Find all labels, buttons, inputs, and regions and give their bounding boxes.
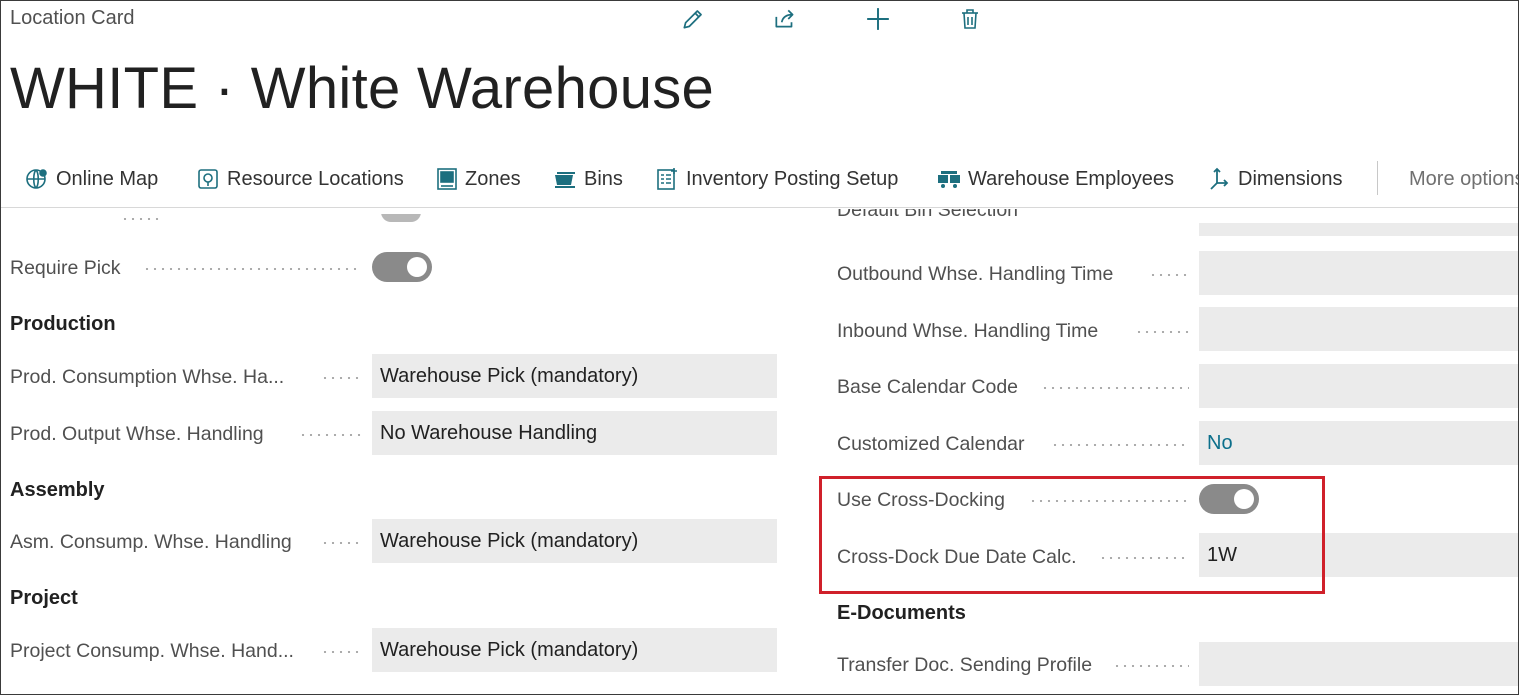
add-icon[interactable]	[864, 5, 892, 33]
customized-calendar-label: Customized Calendar	[837, 433, 1025, 455]
page-type-label: Location Card	[10, 7, 135, 29]
require-pick-toggle[interactable]	[372, 252, 432, 282]
project-group-title: Project	[10, 587, 78, 609]
zones-action[interactable]: Zones	[436, 151, 521, 207]
inbound-leader	[1135, 331, 1189, 333]
use-cross-docking-label: Use Cross-Docking	[837, 489, 1005, 511]
asm-consumption-label: Asm. Consump. Whse. Handling	[10, 531, 292, 553]
prod-output-leader	[299, 434, 361, 436]
assembly-group-title: Assembly	[10, 479, 105, 501]
prod-output-field[interactable]: No Warehouse Handling	[372, 411, 777, 455]
prod-consumption-leader	[321, 377, 361, 379]
zones-label: Zones	[465, 167, 521, 190]
inbound-handling-time-label: Inbound Whse. Handling Time	[837, 320, 1099, 342]
prod-consumption-label: Prod. Consumption Whse. Ha...	[10, 366, 285, 388]
edit-icon[interactable]	[679, 5, 707, 33]
require-pick-leader	[143, 268, 361, 270]
base-calendar-leader	[1041, 387, 1189, 389]
customized-calendar-field[interactable]: No	[1199, 421, 1518, 465]
page-title: WHITE · White Warehouse	[10, 56, 715, 121]
project-consumption-label: Project Consump. Whse. Hand...	[10, 640, 294, 662]
warehouse-employees-action[interactable]: Warehouse Employees	[937, 151, 1174, 207]
bins-icon	[555, 172, 575, 188]
cross-dock-due-leader	[1099, 557, 1189, 559]
transfer-profile-leader	[1113, 665, 1189, 667]
clipped-field-leader	[121, 218, 161, 220]
share-icon[interactable]	[771, 5, 799, 33]
resource-locations-label: Resource Locations	[227, 167, 404, 190]
inventory-setup-icon	[657, 168, 677, 190]
bins-label: Bins	[584, 167, 623, 190]
transfer-doc-sending-profile-field[interactable]	[1199, 642, 1518, 686]
bins-action[interactable]: Bins	[553, 151, 623, 207]
zones-icon	[437, 168, 457, 190]
action-bar: Online Map Resource Locations Zones Bins…	[1, 151, 1518, 208]
employees-icon	[938, 171, 960, 188]
resource-location-icon	[198, 169, 218, 189]
delete-icon[interactable]	[956, 5, 984, 33]
toggle-knob	[1234, 489, 1254, 509]
outbound-leader	[1149, 274, 1189, 276]
dimensions-action[interactable]: Dimensions	[1209, 151, 1342, 207]
use-cross-docking-toggle[interactable]	[1199, 484, 1259, 514]
globe-icon	[26, 169, 47, 189]
asm-consumption-field[interactable]: Warehouse Pick (mandatory)	[372, 519, 777, 563]
action-bar-separator	[1377, 161, 1378, 195]
inventory-posting-setup-label: Inventory Posting Setup	[686, 167, 899, 190]
inbound-handling-time-field[interactable]	[1199, 307, 1518, 351]
customized-calendar-leader	[1051, 444, 1189, 446]
cross-dock-due-date-label: Cross-Dock Due Date Calc.	[837, 546, 1077, 568]
default-bin-selection-field[interactable]	[1199, 223, 1518, 236]
require-pick-label: Require Pick	[10, 257, 121, 279]
prod-consumption-field[interactable]: Warehouse Pick (mandatory)	[372, 354, 777, 398]
prod-output-label: Prod. Output Whse. Handling	[10, 423, 264, 445]
more-options-button[interactable]: More options	[1409, 151, 1518, 207]
clipped-toggle	[381, 214, 421, 222]
project-consumption-field[interactable]: Warehouse Pick (mandatory)	[372, 628, 777, 672]
base-calendar-code-field[interactable]	[1199, 364, 1518, 408]
resource-locations-action[interactable]: Resource Locations	[196, 151, 404, 207]
online-map-action[interactable]: Online Map	[25, 151, 158, 207]
online-map-label: Online Map	[56, 167, 159, 190]
location-card-page: Location Card WHITE · White Warehouse On…	[0, 0, 1519, 695]
inventory-posting-setup-action[interactable]: Inventory Posting Setup	[655, 151, 898, 207]
dimensions-icon	[1210, 167, 1229, 190]
outbound-handling-time-field[interactable]	[1199, 251, 1518, 295]
dimensions-label: Dimensions	[1238, 167, 1343, 190]
cross-docking-leader	[1029, 500, 1189, 502]
warehouse-employees-label: Warehouse Employees	[968, 167, 1175, 190]
project-consumption-leader	[321, 651, 361, 653]
edocuments-group-title: E-Documents	[837, 602, 966, 624]
production-group-title: Production	[10, 313, 116, 335]
toggle-knob	[407, 257, 427, 277]
outbound-handling-time-label: Outbound Whse. Handling Time	[837, 263, 1114, 285]
cross-dock-due-date-field[interactable]: 1W	[1199, 533, 1518, 577]
asm-consumption-leader	[321, 542, 361, 544]
base-calendar-code-label: Base Calendar Code	[837, 376, 1019, 398]
transfer-doc-sending-profile-label: Transfer Doc. Sending Profile	[837, 654, 1093, 676]
